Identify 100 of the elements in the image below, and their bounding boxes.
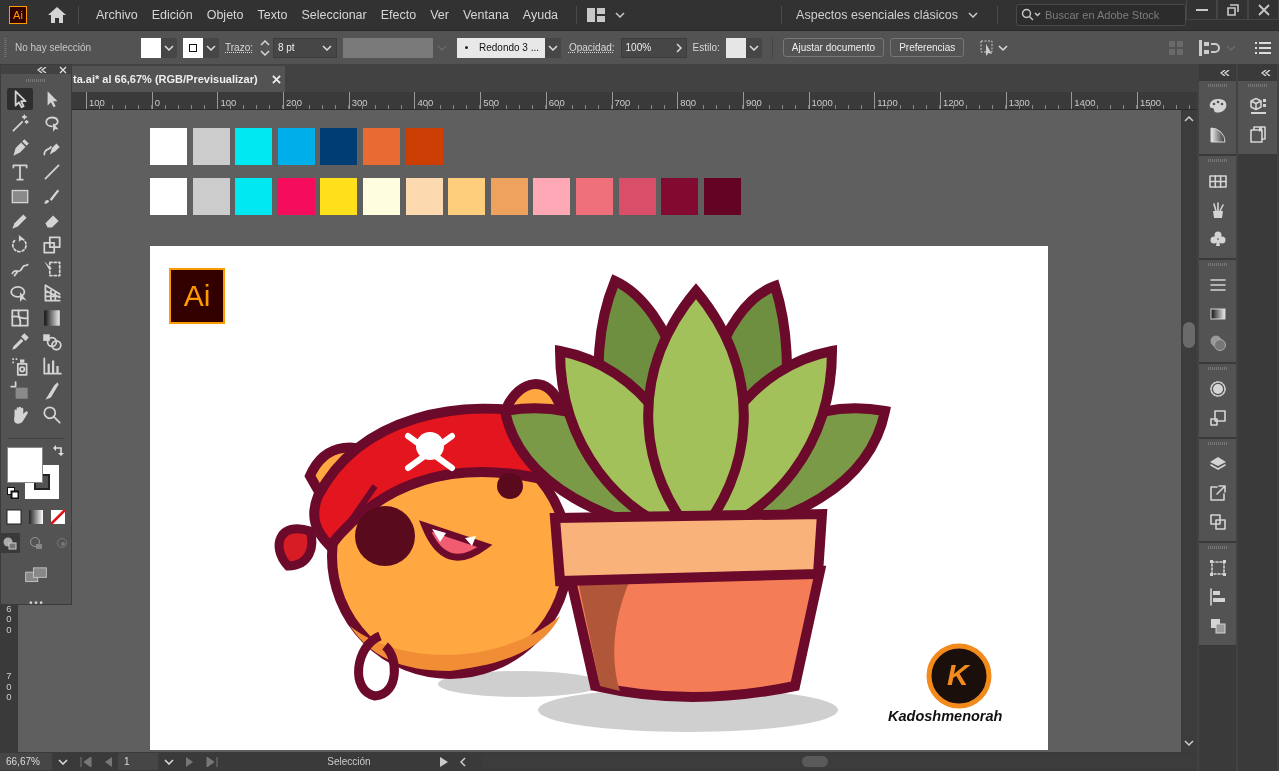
close-icon[interactable]: [59, 65, 67, 74]
screen-mode-icon[interactable]: [23, 567, 49, 583]
color-swatch[interactable]: [362, 178, 400, 215]
squares-icon[interactable]: [1207, 408, 1228, 428]
opacity-label[interactable]: Opacidad:: [568, 42, 615, 53]
opacity-field[interactable]: 100%: [620, 37, 687, 58]
layout-icon[interactable]: [587, 8, 606, 22]
minimize-button[interactable]: [1186, 0, 1217, 20]
none-mode-icon[interactable]: [50, 509, 66, 526]
ruler-label: 100: [219, 97, 237, 108]
zoom-field[interactable]: 66,67%: [0, 753, 52, 770]
previous-icon[interactable]: [104, 756, 112, 767]
transform-cursor-icon[interactable]: [978, 37, 1009, 58]
first-page-icon[interactable]: [80, 756, 92, 767]
caret-icon[interactable]: [968, 12, 978, 18]
default-colors-icon[interactable]: [7, 486, 19, 499]
color-swatch[interactable]: [448, 178, 486, 215]
home-icon[interactable]: [47, 6, 67, 24]
menu-item[interactable]: Objeto: [199, 8, 251, 22]
workspace-switcher[interactable]: Aspectos esenciales clásicos: [796, 8, 958, 22]
color-swatch[interactable]: [320, 178, 358, 215]
menu-item[interactable]: Ventana: [455, 8, 516, 22]
close-icon[interactable]: [271, 74, 281, 84]
dashed-circle-icon[interactable]: [1207, 379, 1228, 399]
bookmark-icon[interactable]: [1247, 125, 1268, 145]
menu-item[interactable]: Efecto: [373, 8, 424, 22]
color-swatch[interactable]: [490, 178, 528, 215]
close-button[interactable]: [1248, 0, 1279, 20]
control-bar-button[interactable]: Ajustar documento: [782, 38, 885, 57]
menu-item[interactable]: Ver: [423, 8, 456, 22]
squares-icon[interactable]: [1207, 512, 1228, 532]
color-swatch[interactable]: [533, 178, 571, 215]
color-swatch[interactable]: [235, 178, 273, 215]
fill-swatch[interactable]: [7, 446, 43, 483]
color-swatch[interactable]: [277, 128, 315, 165]
last-page-icon[interactable]: [206, 756, 218, 767]
caret-icon[interactable]: [615, 12, 626, 18]
caret-icon[interactable]: [58, 758, 68, 765]
color-swatch[interactable]: [618, 178, 656, 215]
menu-item[interactable]: Texto: [250, 8, 295, 22]
document-tab[interactable]: ta.ai* al 66,67% (RGB/Previsualizar): [72, 66, 285, 92]
scroll-left-icon[interactable]: [460, 756, 466, 767]
menu-item[interactable]: Ayuda: [515, 8, 566, 22]
stroke-color-dropdown[interactable]: [183, 37, 219, 58]
align-icon[interactable]: [1207, 587, 1228, 607]
scroll-up-icon[interactable]: [1184, 116, 1194, 122]
swap-arrow-icon[interactable]: [53, 444, 65, 457]
play-icon[interactable]: [440, 756, 448, 767]
scrollbar-thumb[interactable]: [1183, 322, 1195, 348]
color-swatch[interactable]: [192, 178, 230, 215]
draw-normal-icon[interactable]: [0, 533, 20, 554]
gradient-mode-icon[interactable]: [28, 509, 44, 526]
next-icon[interactable]: [186, 756, 194, 767]
menu-item[interactable]: Edición: [144, 8, 200, 22]
menu-item[interactable]: Seleccionar: [294, 8, 374, 22]
menu-icon[interactable]: [1255, 40, 1271, 55]
palette-icon[interactable]: [1207, 96, 1228, 116]
app-logo[interactable]: Ai: [9, 6, 27, 24]
vertical-scrollbar[interactable]: [1181, 110, 1197, 752]
color-swatch[interactable]: [703, 178, 741, 215]
transform-icon[interactable]: [1207, 558, 1228, 578]
artboard-number-field[interactable]: 1: [118, 753, 158, 770]
collapse-icon[interactable]: [37, 66, 47, 73]
fill-color-dropdown[interactable]: [141, 37, 177, 58]
color-swatch[interactable]: [150, 128, 187, 165]
restore-button[interactable]: [1217, 0, 1248, 20]
caret-icon[interactable]: [164, 758, 174, 765]
scroll-down-icon[interactable]: [1184, 740, 1194, 746]
color-swatch[interactable]: [405, 178, 443, 215]
grip-icon[interactable]: [4, 37, 7, 58]
stock-search-field[interactable]: Buscar en Adobe Stock: [1016, 4, 1186, 26]
ruler-label: 1100: [876, 97, 898, 108]
control-bar-button[interactable]: Preferencias: [890, 38, 965, 57]
ruler-label: 800: [679, 97, 697, 108]
ruler-label: 1300: [1007, 97, 1030, 108]
color-swatch[interactable]: [150, 178, 187, 215]
stroke-weight-field[interactable]: 8 pt: [272, 37, 337, 58]
brush-dropdown[interactable]: Redondo 3 ...: [456, 37, 561, 58]
color-swatch[interactable]: [277, 178, 315, 215]
caret-icon[interactable]: [547, 44, 558, 51]
color-swatch[interactable]: [235, 128, 273, 165]
style-dropdown[interactable]: [725, 37, 762, 58]
ruler-label: 200: [285, 97, 302, 108]
color-swatch[interactable]: [320, 128, 358, 165]
stroke-label[interactable]: Trazo:: [225, 42, 253, 53]
logo-letter: K: [947, 657, 969, 693]
color-mode-icon[interactable]: [6, 509, 22, 526]
color-swatch[interactable]: [192, 128, 230, 165]
color-swatch[interactable]: [661, 178, 699, 215]
more-icon[interactable]: [28, 600, 44, 604]
color-swatch[interactable]: [405, 128, 443, 165]
ruler-label: 300: [350, 97, 368, 108]
menu-item[interactable]: Archivo: [89, 8, 145, 22]
color-swatch[interactable]: [362, 128, 400, 165]
cube-icon[interactable]: [1247, 96, 1268, 116]
ruler-label: 1500: [1139, 97, 1162, 108]
export-icon[interactable]: [1207, 483, 1228, 503]
caret-icon[interactable]: [321, 44, 332, 51]
chevron-right-icon[interactable]: [675, 42, 682, 53]
color-swatch[interactable]: [575, 178, 613, 215]
